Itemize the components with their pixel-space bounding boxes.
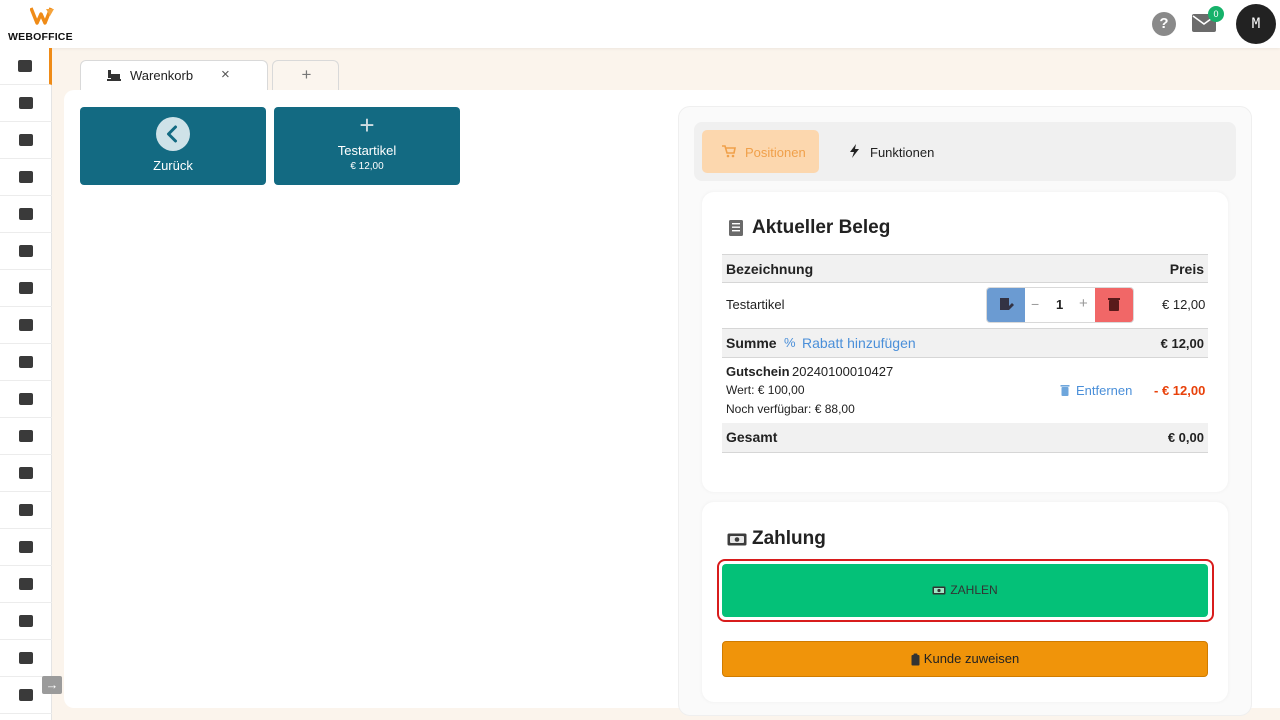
sidebar-item-cart[interactable] [0, 492, 52, 529]
cart-icon [722, 145, 736, 158]
voucher-code: 20240100010427 [792, 364, 894, 379]
sidebar-item-users[interactable] [0, 603, 52, 640]
quantity-stepper: − 1 + [986, 287, 1134, 323]
pos-register-icon [17, 60, 32, 72]
col-bezeichnung: Bezeichnung [726, 261, 814, 277]
payment-title: Zahlung [752, 528, 826, 549]
logo-mark-icon [30, 7, 54, 25]
voucher-label: Gutschein [726, 364, 790, 379]
sidebar-item-megaphone[interactable] [0, 344, 52, 381]
help-icon[interactable]: ? [1152, 12, 1176, 36]
quantity-value[interactable]: 1 [1056, 297, 1063, 312]
receipt-header-row: Bezeichnung Preis [722, 254, 1208, 283]
factory-icon [19, 578, 33, 590]
add-tab-icon: + [301, 65, 312, 84]
cash-icon [932, 586, 946, 595]
brand-name: WEBOFFICE [8, 31, 73, 43]
calendar-icon [19, 97, 33, 109]
back-tile[interactable]: Zurück [80, 107, 266, 185]
total-row: Gesamt € 0,00 [722, 423, 1208, 453]
report-icon [19, 393, 33, 405]
pay-button-label: ZAHLEN [950, 583, 998, 597]
lightning-icon [850, 144, 859, 158]
megaphone-icon [19, 356, 33, 368]
sidebar-item-calendar[interactable] [0, 85, 52, 122]
sidebar-item-clock[interactable] [0, 196, 52, 233]
tab-add[interactable]: + [272, 60, 339, 90]
users-icon [19, 615, 33, 627]
add-discount-link[interactable]: Rabatt hinzufügen [802, 335, 916, 351]
cash-icon [727, 533, 747, 546]
receipt-icon [19, 282, 33, 294]
tab-funktionen[interactable]: Funktionen [870, 145, 934, 160]
warehouse-icon [19, 541, 33, 553]
truck-icon [19, 652, 33, 664]
receipt-icon [729, 220, 743, 236]
sidebar-item-report[interactable] [0, 381, 52, 418]
boxes-icon [19, 319, 33, 331]
tab-label: Warenkorb [130, 68, 194, 83]
tab-warenkorb[interactable]: Warenkorb × [80, 60, 268, 90]
item-price: € 12,00 [1162, 297, 1206, 312]
article-name: Testartikel [337, 143, 397, 158]
delete-item-button[interactable] [1095, 288, 1133, 322]
edit-item-button[interactable] [987, 288, 1025, 322]
sidebar-item-document[interactable] [0, 233, 52, 270]
clipboard-icon [911, 653, 920, 666]
crown-icon [19, 134, 33, 146]
item-name: Testartikel [726, 297, 785, 312]
sidebar-item-truck[interactable] [0, 640, 52, 677]
assign-customer-label: Kunde zuweisen [923, 651, 1020, 666]
percent-icon: % [784, 335, 796, 350]
article-price: € 12,00 [350, 161, 384, 172]
sidebar-item-crown[interactable] [0, 122, 52, 159]
voucher-value: Wert: € 100,00 [726, 383, 805, 397]
weboffice-logo[interactable]: WEBOFFICE [8, 6, 80, 43]
database-icon [19, 467, 33, 479]
col-preis: Preis [1169, 261, 1204, 277]
top-bar: WEBOFFICE ? 0 M [0, 0, 1280, 48]
remove-voucher-link[interactable]: Entfernen [1076, 383, 1132, 398]
assign-customer-button[interactable]: Kunde zuweisen [722, 641, 1208, 677]
sum-row: Summe % Rabatt hinzufügen € 12,00 [722, 328, 1208, 358]
folder-icon [19, 430, 33, 442]
sidebar-item-folder[interactable] [0, 418, 52, 455]
network-icon [19, 171, 33, 183]
sidebar-item-boxes[interactable] [0, 307, 52, 344]
mail-count-badge: 0 [1208, 6, 1224, 22]
increase-button[interactable]: + [1079, 295, 1088, 312]
sidebar-item-database[interactable] [0, 455, 52, 492]
document-icon [19, 245, 33, 257]
chevron-left-icon [156, 117, 190, 151]
receipt-title: Aktueller Beleg [752, 217, 891, 238]
sum-value: € 12,00 [1160, 336, 1204, 351]
sidebar-item-network[interactable] [0, 159, 52, 196]
total-value: € 0,00 [1167, 430, 1204, 445]
trash-icon[interactable] [1060, 384, 1070, 396]
key-icon [19, 689, 33, 701]
decrease-button[interactable]: − [1031, 296, 1039, 312]
sidebar-item-pos-register[interactable] [0, 48, 52, 85]
pay-button[interactable]: ZAHLEN [722, 564, 1208, 617]
sidebar-item-receipt[interactable] [0, 270, 52, 307]
sidebar-item-warehouse[interactable] [0, 529, 52, 566]
register-icon [107, 70, 121, 81]
back-label: Zurück [153, 158, 193, 173]
sum-label: Summe [726, 335, 777, 351]
sidebar [0, 48, 52, 720]
clock-icon [19, 208, 33, 220]
positionen-label: Positionen [745, 145, 806, 160]
user-avatar[interactable]: M [1236, 4, 1276, 44]
article-tile-testartikel[interactable]: + Testartikel € 12,00 [274, 107, 460, 185]
sidebar-expand-button[interactable]: → [42, 676, 62, 694]
cart-icon [19, 504, 33, 516]
voucher-amount: - € 12,00 [1154, 383, 1206, 398]
sidebar-item-factory[interactable] [0, 566, 52, 603]
plus-icon: + [359, 110, 375, 140]
close-icon[interactable]: × [221, 66, 230, 83]
total-label: Gesamt [726, 429, 778, 445]
voucher-remaining: Noch verfügbar: € 88,00 [726, 402, 855, 416]
